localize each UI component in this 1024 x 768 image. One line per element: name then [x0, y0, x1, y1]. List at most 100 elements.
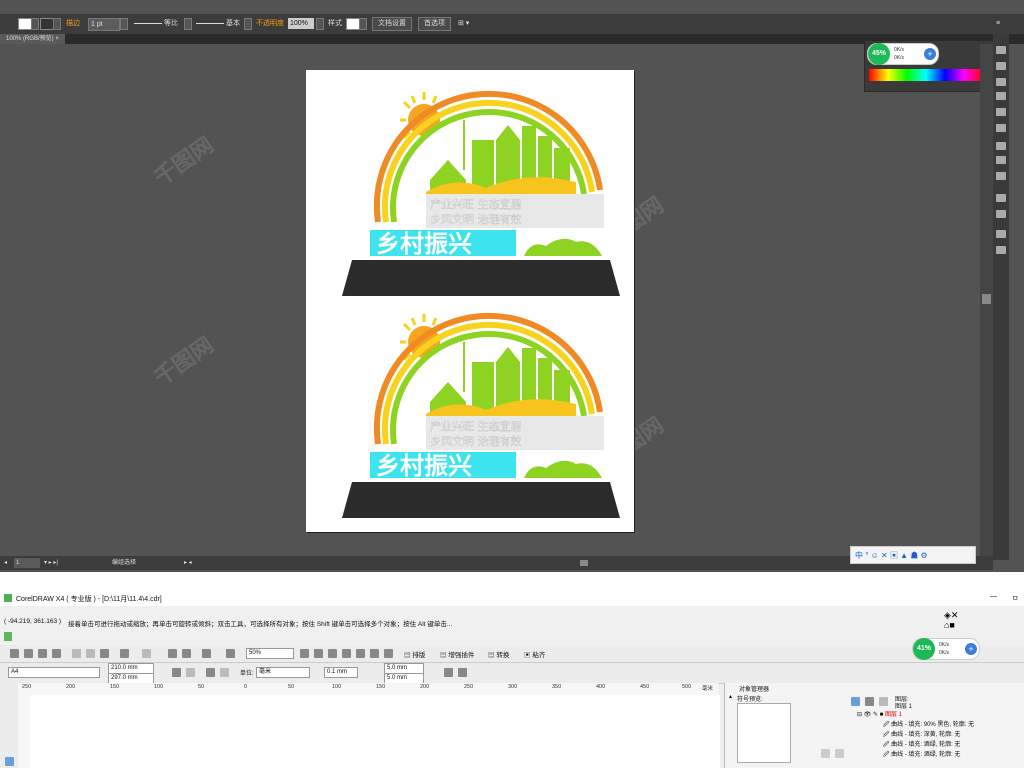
network-speed-widget[interactable]: 41% 0K/s 0K/s + — [912, 638, 980, 660]
layer-manager-icon[interactable] — [879, 697, 888, 706]
drawing-canvas[interactable] — [30, 695, 720, 768]
redo-icon[interactable] — [142, 649, 151, 658]
rural-revitalization-artwork-top[interactable]: 产业兴旺 生态宜居 乡风文明 治理有效 乡村振兴 — [306, 70, 634, 300]
close-icon[interactable]: × — [55, 36, 59, 42]
fill-outline-indicator[interactable]: ◈✕ ⌂■ — [944, 610, 966, 632]
list-item[interactable]: 🖉 曲线 - 填充: 90% 黑色, 轮廓: 无 — [883, 721, 974, 730]
add-icon[interactable]: + — [924, 48, 936, 60]
stroke-icon[interactable] — [996, 142, 1006, 150]
stroke-weight-field[interactable]: 1 pt — [88, 18, 120, 31]
document-setup-button[interactable]: 文档设置 — [372, 17, 412, 31]
style-dropdown[interactable] — [359, 18, 367, 30]
transparency-icon[interactable] — [996, 172, 1006, 180]
units-icon[interactable] — [444, 668, 453, 677]
options-icon[interactable] — [458, 668, 467, 677]
nudge-field[interactable]: 0.1 mm — [324, 667, 358, 678]
tray-icons[interactable]: 中 ° ☺ ✕ ▣ ▲ ☗ ⚙ — [855, 550, 928, 561]
stroke-label[interactable]: 描边 — [66, 18, 80, 29]
portrait-icon[interactable] — [172, 668, 181, 677]
save-icon[interactable] — [38, 649, 47, 658]
app-launcher-icon[interactable] — [202, 649, 211, 658]
symbols-icon[interactable] — [996, 92, 1006, 100]
swatches-icon[interactable] — [996, 62, 1006, 70]
system-tray-bar[interactable]: 中 ° ☺ ✕ ▣ ▲ ☗ ⚙ — [850, 546, 976, 564]
restore-button[interactable]: ㅁ — [1012, 593, 1018, 603]
rural-revitalization-artwork-bottom[interactable]: 产业兴旺 生态宜居 乡风文明 治理有效 乡村振兴 — [306, 292, 634, 522]
zoom-all-icon[interactable] — [342, 649, 351, 658]
stroke-weight-dropdown[interactable] — [120, 18, 128, 30]
gradient-icon[interactable] — [996, 156, 1006, 164]
zoom-width-icon[interactable] — [370, 649, 379, 658]
network-speed-widget[interactable]: 45% 0K/s 0K/s + — [867, 43, 939, 65]
show-properties-icon[interactable] — [851, 697, 860, 706]
profile-label[interactable]: 等比 — [164, 18, 178, 29]
color-panel[interactable]: 45% 0K/s 0K/s + — [864, 40, 994, 92]
pick-tool-icon[interactable] — [5, 757, 14, 766]
artboard-number[interactable]: 1 — [14, 558, 40, 568]
stroke-swatch[interactable] — [40, 18, 54, 30]
list-item[interactable]: 🖉 曲线 - 填充: 酒绿, 轮廓: 无 — [883, 741, 960, 750]
vertical-scrollbar[interactable] — [980, 44, 993, 556]
paint-icon[interactable] — [996, 124, 1006, 132]
brush-label[interactable]: 基本 — [226, 18, 240, 29]
artboard-nav-icon[interactable]: ▾ ▸ ▸| — [44, 558, 58, 568]
zoom-dropdown-icon[interactable]: ◂ — [4, 558, 7, 568]
opacity-dropdown[interactable] — [316, 18, 324, 30]
document-tab[interactable]: 100% (RGB/预览) × — [0, 34, 65, 44]
brushes-icon[interactable] — [996, 78, 1006, 86]
current-page-icon[interactable] — [220, 668, 229, 677]
profile-dropdown[interactable] — [184, 18, 192, 30]
paste-icon[interactable] — [100, 649, 109, 658]
align-icon[interactable] — [996, 210, 1006, 218]
unit-select[interactable]: 毫米 — [256, 667, 310, 678]
style-swatch[interactable] — [346, 18, 360, 30]
undo-icon[interactable] — [120, 649, 129, 658]
preview-icon[interactable] — [835, 749, 844, 758]
zoom-levels-field[interactable]: 50% — [246, 648, 294, 659]
preview-icon[interactable] — [821, 749, 830, 758]
layers-icon[interactable] — [996, 230, 1006, 238]
horizontal-scroll-thumb[interactable] — [580, 560, 588, 566]
color-guide-icon[interactable] — [996, 46, 1006, 54]
new-icon[interactable] — [10, 649, 19, 658]
opacity-field[interactable]: 100% — [288, 18, 314, 29]
paste-align-button[interactable]: ▣ 粘齐 — [524, 649, 545, 659]
all-pages-icon[interactable] — [206, 668, 215, 677]
landscape-icon[interactable] — [186, 668, 195, 677]
zoom-height-icon[interactable] — [384, 649, 393, 658]
add-icon[interactable]: + — [965, 643, 977, 655]
open-icon[interactable] — [24, 649, 33, 658]
zoom-page-icon[interactable] — [356, 649, 365, 658]
expand-icon[interactable]: ▴ — [729, 693, 732, 700]
graphic-styles-icon[interactable] — [996, 108, 1006, 116]
new-document-icon[interactable] — [4, 632, 12, 641]
paper-type-select[interactable]: A4 — [8, 667, 100, 678]
object-manager-panel[interactable]: 对象管理器 ▴ 符号预览: 图层: 图层 1 ⊟ 👁 ✎ ■ 图层 1 🖉 曲线… — [724, 683, 1024, 768]
appearance-icon[interactable] — [996, 194, 1006, 202]
copy-icon[interactable] — [86, 649, 95, 658]
print-icon[interactable] — [52, 649, 61, 658]
list-item[interactable]: 🖉 曲线 - 填充: 深黄, 轮廓: 无 — [883, 731, 960, 740]
minimize-button[interactable]: — — [990, 593, 997, 600]
zoom-out-icon[interactable] — [314, 649, 323, 658]
status-menu-icon[interactable]: ▸ ◂ — [184, 558, 192, 568]
color-spectrum[interactable] — [869, 69, 983, 81]
panel-menu-icon[interactable]: ≡ — [996, 18, 1000, 29]
preferences-button[interactable]: 首选项 — [418, 17, 451, 31]
brush-dropdown[interactable] — [244, 18, 252, 30]
zoom-in-icon[interactable] — [300, 649, 309, 658]
welcome-icon[interactable] — [226, 649, 235, 658]
stroke-dropdown[interactable] — [53, 18, 61, 30]
convert-button[interactable]: ▤ 转换 — [488, 649, 509, 659]
edit-across-layers-icon[interactable] — [865, 697, 874, 706]
import-icon[interactable] — [168, 649, 177, 658]
enhance-plugin-button[interactable]: ▤ 增强插件 — [440, 649, 474, 659]
fill-dropdown[interactable] — [31, 18, 39, 30]
list-item[interactable]: 🖉 曲线 - 填充: 酒绿, 轮廓: 无 — [883, 751, 960, 760]
export-icon[interactable] — [182, 649, 191, 658]
layer-row[interactable]: ⊟ 👁 ✎ ■ 图层 1 — [857, 711, 902, 720]
arrange-icon[interactable]: ⊞ ▾ — [458, 18, 469, 29]
artboard[interactable]: 产业兴旺 生态宜居 乡风文明 治理有效 乡村振兴 产业兴旺 生态宜居 乡风文明 … — [306, 70, 634, 532]
zoom-selected-icon[interactable] — [328, 649, 337, 658]
fill-swatch[interactable] — [18, 18, 32, 30]
